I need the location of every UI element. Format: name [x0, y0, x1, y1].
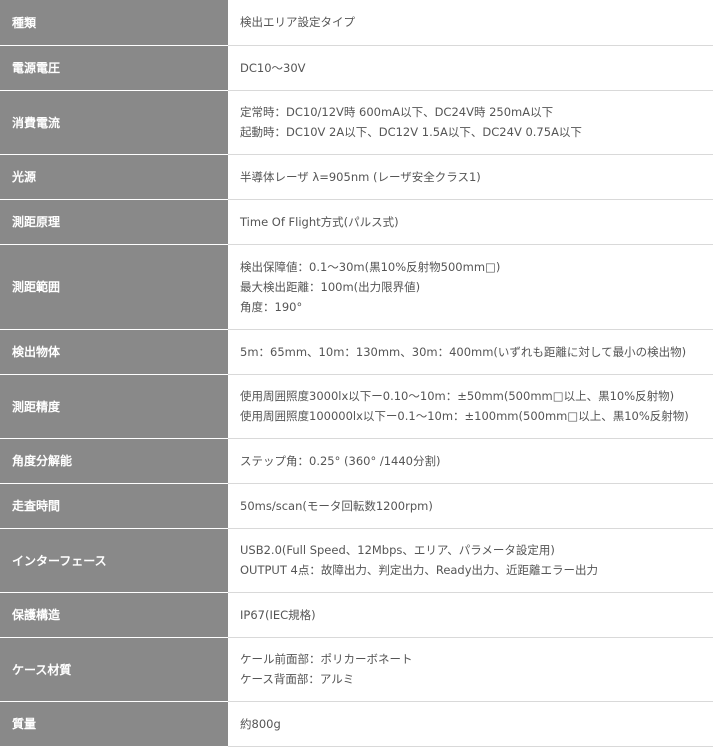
spec-value-line: 定常時：DC10/12V時 600mA以下、DC24V時 250mA以下 [240, 105, 554, 119]
spec-value: 半導体レーザ λ=905nm (レーザ安全クラス1) [228, 154, 713, 200]
spec-value: DC10～30V [228, 45, 713, 91]
spec-value-line: 使用周囲照度100000lx以下ー0.1～10m：±100mm(500mm□以上… [240, 409, 689, 423]
spec-label: インターフェース [0, 528, 228, 593]
spec-row: 質量 約800g [0, 701, 713, 747]
spec-value-line: DC10～30V [240, 60, 306, 75]
spec-row: 測距原理 Time Of Flight方式(パルス式) [0, 199, 713, 245]
spec-label: ケース材質 [0, 637, 228, 702]
spec-row: 測距精度 使用周囲照度3000lx以下ー0.10～10m：±50mm(500mm□… [0, 374, 713, 439]
spec-value-line: USB2.0(Full Speed、12Mbps、エリア、パラメータ設定用) [240, 543, 555, 557]
spec-value: USB2.0(Full Speed、12Mbps、エリア、パラメータ設定用) OU… [228, 528, 713, 593]
spec-value-line: ケース背面部：アルミ [240, 672, 355, 686]
spec-row: 角度分解能 ステップ角：0.25° (360° /1440分割) [0, 438, 713, 484]
spec-value-line: 角度：190° [240, 299, 303, 314]
spec-label: 質量 [0, 701, 228, 747]
spec-label: 消費電流 [0, 90, 228, 155]
spec-row: ケース材質 ケール前面部：ポリカーボネート ケース背面部：アルミ [0, 637, 713, 702]
spec-label: 測距原理 [0, 199, 228, 245]
spec-label: 光源 [0, 154, 228, 200]
spec-row: インターフェース USB2.0(Full Speed、12Mbps、エリア、パラメ… [0, 528, 713, 593]
spec-value-line: OUTPUT 4点：故障出力、判定出力、Ready出力、近距離エラー出力 [240, 563, 599, 577]
spec-row: 保護構造 IP67(IEC規格) [0, 592, 713, 638]
spec-value-line: 半導体レーザ λ=905nm (レーザ安全クラス1) [240, 169, 481, 184]
spec-value: 定常時：DC10/12V時 600mA以下、DC24V時 250mA以下起動時：… [228, 90, 713, 155]
spec-label: 角度分解能 [0, 438, 228, 484]
spec-value-line: 50ms/scan(モータ回転数1200rpm) [240, 498, 433, 513]
spec-value-line: IP67(IEC規格) [240, 607, 316, 622]
spec-value: 検出エリア設定タイプ [228, 0, 713, 46]
spec-value-line: 起動時：DC10V 2A以下、DC12V 1.5A以下、DC24V 0.75A以… [240, 125, 582, 139]
spec-value: 50ms/scan(モータ回転数1200rpm) [228, 483, 713, 529]
spec-label: 種類 [0, 0, 228, 46]
spec-row: 測距範囲 検出保障値：0.1～30m(黒10%反射物500mm□) 最大検出距離：1… [0, 244, 713, 330]
spec-value-line: 使用周囲照度3000lx以下ー0.10～10m：±50mm(500mm□以上、黒… [240, 389, 675, 403]
spec-value-line: ステップ角：0.25° (360° /1440分割) [240, 453, 441, 468]
spec-value: 約800g [228, 701, 713, 747]
spec-label: 電源電圧 [0, 45, 228, 91]
spec-value: ステップ角：0.25° (360° /1440分割) [228, 438, 713, 484]
spec-label: 保護構造 [0, 592, 228, 638]
spec-row: 電源電圧 DC10～30V [0, 45, 713, 91]
spec-value: 検出保障値：0.1～30m(黒10%反射物500mm□) 最大検出距離：100m(… [228, 244, 713, 330]
spec-value: Time Of Flight方式(パルス式) [228, 199, 713, 245]
spec-value: 5m：65mm、10m：130mm、30m：400mm(いずれも距離に対して最小… [228, 329, 713, 375]
spec-row: 消費電流 定常時：DC10/12V時 600mA以下、DC24V時 250mA以下… [0, 90, 713, 155]
spec-label: 測距精度 [0, 374, 228, 439]
spec-value-line: 検出保障値：0.1～30m(黒10%反射物500mm□) [240, 259, 501, 274]
spec-label: 走査時間 [0, 483, 228, 529]
spec-value: IP67(IEC規格) [228, 592, 713, 638]
spec-label: 検出物体 [0, 329, 228, 375]
spec-table: 種類 検出エリア設定タイプ 電源電圧 DC10～30V 消費電流 定常時：DC10/12V… [0, 0, 713, 747]
spec-value-line: 約800g [240, 716, 281, 731]
spec-value: ケール前面部：ポリカーボネート ケース背面部：アルミ [228, 637, 713, 702]
spec-row: 種類 検出エリア設定タイプ [0, 0, 713, 46]
spec-row: 光源 半導体レーザ λ=905nm (レーザ安全クラス1) [0, 154, 713, 200]
spec-value-line: 最大検出距離：100m(出力限界値) [240, 279, 421, 294]
spec-label: 測距範囲 [0, 244, 228, 330]
spec-value: 使用周囲照度3000lx以下ー0.10～10m：±50mm(500mm□以上、黒… [228, 374, 713, 439]
spec-row: 走査時間 50ms/scan(モータ回転数1200rpm) [0, 483, 713, 529]
spec-row: 検出物体 5m：65mm、10m：130mm、30m：400mm(いずれも距離に対… [0, 329, 713, 375]
spec-value-line: 検出エリア設定タイプ [240, 15, 355, 30]
spec-value-line: 5m：65mm、10m：130mm、30m：400mm(いずれも距離に対して最小… [240, 344, 687, 359]
spec-value-line: ケール前面部：ポリカーボネート [240, 652, 413, 666]
spec-value-line: Time Of Flight方式(パルス式) [240, 214, 399, 229]
